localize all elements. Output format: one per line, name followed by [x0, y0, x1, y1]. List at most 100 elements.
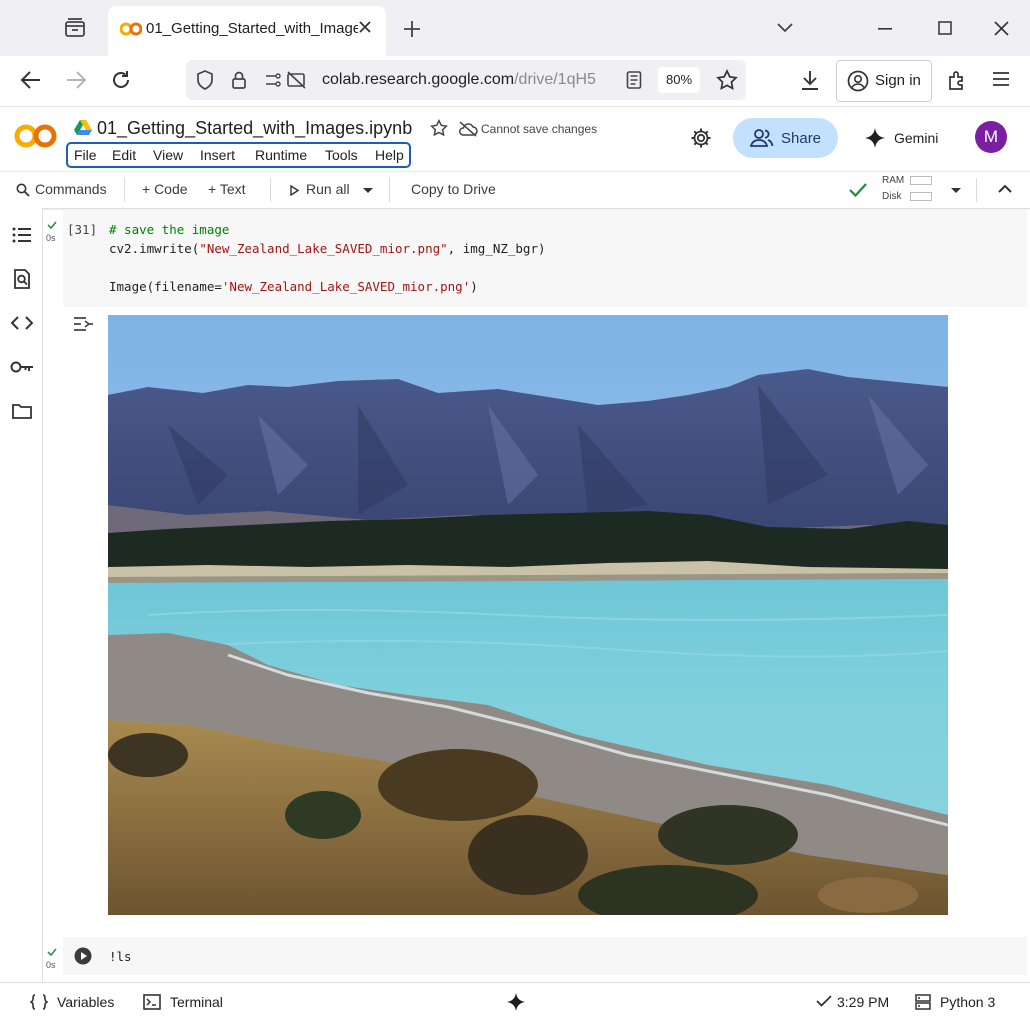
notebook-toolbar: Commands + Code + Text Run all Copy to D… — [0, 171, 1030, 209]
commands-button[interactable]: Commands — [35, 181, 107, 197]
browser-menu-icon[interactable] — [992, 71, 1010, 87]
runtime-server-icon[interactable] — [915, 994, 931, 1010]
run-all-play-icon[interactable] — [290, 185, 299, 196]
runtime-type[interactable]: Python 3 — [940, 994, 995, 1010]
browser-tab-strip: 01_Getting_Started_with_Images — [0, 0, 1030, 56]
code-text: cv2.imwrite( — [109, 241, 200, 256]
cell-1-success-check-icon — [47, 221, 57, 229]
menu-file[interactable]: File — [74, 147, 97, 163]
terminal-icon[interactable] — [143, 994, 161, 1010]
colab-logo[interactable] — [14, 121, 58, 151]
colab-favicon-icon — [120, 21, 142, 37]
toolbar-divider — [124, 178, 125, 202]
code-cell-2[interactable] — [63, 937, 1027, 975]
table-of-contents-icon[interactable] — [12, 226, 32, 244]
shield-icon[interactable] — [196, 70, 214, 90]
cannot-save-label: Cannot save changes — [481, 122, 598, 136]
code-cell-2-line-1[interactable]: !ls — [109, 949, 132, 964]
tab-overview-icon[interactable] — [64, 17, 86, 39]
secrets-key-icon[interactable] — [10, 360, 34, 374]
cell-1-exec-time: 0s — [46, 233, 56, 243]
settings-gear-icon[interactable] — [690, 127, 712, 149]
extensions-puzzle-icon[interactable] — [946, 69, 968, 91]
files-folder-icon[interactable] — [12, 403, 32, 419]
url-bar[interactable]: colab.research.google.com/drive/1qH5 80% — [186, 60, 746, 100]
share-button[interactable]: Share — [733, 118, 838, 158]
code-line-2[interactable]: cv2.imwrite("New_Zealand_Lake_SAVED_mior… — [109, 241, 546, 256]
sign-in-label: Sign in — [875, 72, 921, 89]
browser-tab-active[interactable]: 01_Getting_Started_with_Images — [108, 6, 386, 56]
gemini-label[interactable]: Gemini — [894, 130, 938, 146]
code-text: Image(filename= — [109, 279, 222, 294]
connected-check-icon[interactable] — [848, 182, 868, 198]
cloud-off-icon — [458, 121, 478, 137]
share-label: Share — [781, 130, 822, 147]
downloads-icon[interactable] — [800, 69, 820, 91]
status-bar: Variables Terminal 3:29 PM Python 3 — [0, 982, 1030, 1020]
people-icon — [750, 128, 774, 148]
account-icon — [847, 70, 869, 92]
sign-in-button[interactable]: Sign in — [836, 60, 932, 102]
reader-view-icon[interactable] — [626, 71, 642, 89]
url-text[interactable]: colab.research.google.com/drive/1qH5 — [322, 71, 618, 89]
window-close-icon[interactable] — [994, 21, 1009, 36]
back-arrow-icon[interactable] — [20, 70, 42, 90]
menu-view[interactable]: View — [153, 147, 183, 163]
terminal-button[interactable]: Terminal — [170, 994, 223, 1010]
bookmark-star-icon[interactable] — [716, 69, 738, 91]
tab-close-icon[interactable] — [358, 20, 372, 34]
run-all-dropdown-icon[interactable] — [362, 187, 374, 194]
reload-icon[interactable] — [110, 69, 132, 91]
search-icon[interactable] — [16, 183, 30, 197]
menu-bar: File Edit View Insert Runtime Tools Help — [66, 142, 411, 168]
code-snippets-icon[interactable] — [11, 316, 33, 330]
run-cell-button[interactable] — [74, 947, 92, 965]
gemini-spark-icon[interactable] — [506, 992, 526, 1012]
add-text-button[interactable]: + Text — [208, 181, 246, 197]
maximize-icon[interactable] — [938, 21, 952, 35]
menu-help[interactable]: Help — [375, 147, 404, 163]
execution-check-icon — [816, 995, 832, 1007]
output-actions-icon[interactable] — [72, 315, 94, 333]
ram-usage-bar — [910, 176, 932, 185]
disk-usage-bar — [910, 192, 932, 201]
tab-list-chevron-icon[interactable] — [776, 20, 794, 34]
minimize-icon[interactable] — [878, 28, 892, 30]
variables-button[interactable]: Variables — [57, 994, 114, 1010]
menu-insert[interactable]: Insert — [200, 147, 235, 163]
toolbar-divider — [976, 178, 977, 202]
execution-time: 3:29 PM — [837, 994, 890, 1010]
lock-icon[interactable] — [231, 70, 247, 90]
disk-label: Disk — [882, 191, 902, 202]
cell-2-exec-time: 0s — [46, 960, 56, 970]
code-string: 'New_Zealand_Lake_SAVED_mior.png' — [221, 279, 471, 294]
resources-dropdown-icon[interactable] — [950, 187, 962, 194]
add-code-button[interactable]: + Code — [142, 181, 188, 197]
left-sidebar — [0, 208, 43, 982]
variables-braces-icon[interactable] — [30, 994, 48, 1010]
cell-2-success-check-icon — [47, 948, 57, 956]
run-all-button[interactable]: Run all — [306, 181, 350, 197]
forward-arrow-icon[interactable] — [65, 70, 87, 90]
gemini-sparkle-icon[interactable] — [864, 127, 886, 149]
menu-tools[interactable]: Tools — [325, 147, 358, 163]
cell-1-exec-count: [31] — [67, 222, 98, 237]
code-string: "New_Zealand_Lake_SAVED_mior.png" — [199, 241, 448, 256]
code-line-1[interactable]: # save the image — [109, 222, 229, 237]
copy-to-drive-button[interactable]: Copy to Drive — [411, 181, 496, 197]
star-notebook-icon[interactable] — [430, 119, 448, 137]
code-line-4[interactable]: Image(filename='New_Zealand_Lake_SAVED_m… — [109, 279, 478, 294]
google-drive-icon[interactable] — [73, 119, 93, 137]
code-comment: # save the image — [109, 222, 230, 237]
avatar[interactable]: M — [975, 121, 1007, 153]
url-path: /drive/1qH5 — [514, 71, 596, 88]
menu-edit[interactable]: Edit — [112, 147, 136, 163]
find-replace-icon[interactable] — [12, 269, 32, 289]
zoom-level[interactable]: 80% — [658, 67, 700, 93]
menu-runtime[interactable]: Runtime — [255, 147, 307, 163]
new-tab-icon[interactable] — [402, 19, 422, 39]
permissions-icon[interactable] — [264, 71, 308, 89]
collapse-header-chevron-icon[interactable] — [998, 184, 1012, 194]
notebook-title[interactable]: 01_Getting_Started_with_Images.ipynb — [97, 118, 412, 139]
ram-label: RAM — [882, 175, 905, 186]
